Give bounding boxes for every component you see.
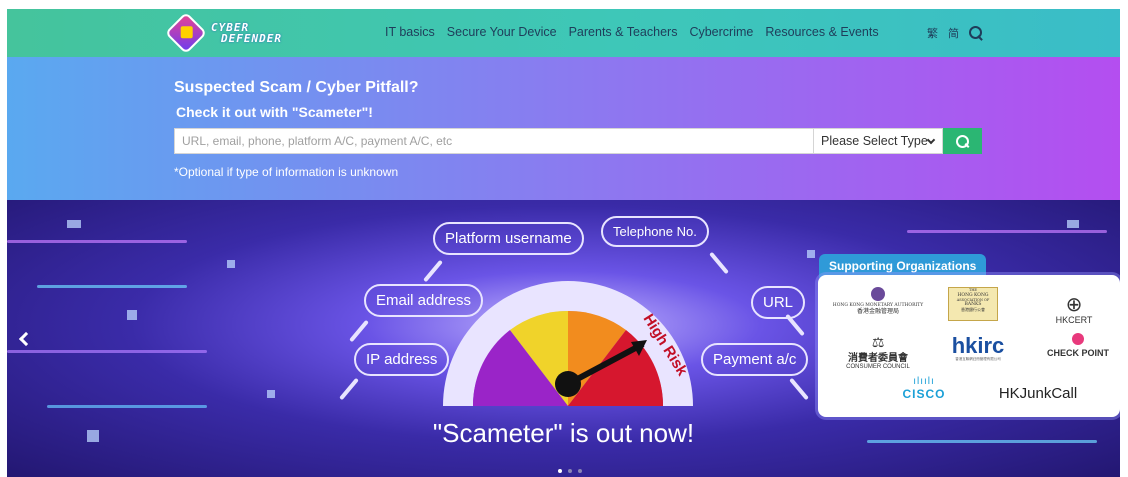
nav-secure-your-device[interactable]: Secure Your Device	[447, 25, 557, 39]
consumer-council-cn: 消費者委員會	[848, 353, 908, 364]
hkma-name-cn: 香港金融管理局	[856, 308, 899, 315]
type-select-dropdown[interactable]: Please Select Type	[813, 128, 943, 154]
cisco-name: CISCO	[902, 387, 946, 401]
scameter-search-input[interactable]	[174, 128, 818, 154]
carousel-dot-3[interactable]	[578, 469, 582, 473]
supporting-organizations-panel: HONG KONG MONETARY AUTHORITY 香港金融管理局 THE…	[818, 275, 1120, 417]
label-telephone-no: Telephone No.	[601, 216, 709, 247]
language-switcher: 繁 简	[927, 25, 983, 41]
scameter-optional-note: *Optional if type of information is unkn…	[174, 165, 399, 179]
light-beam	[7, 350, 207, 353]
logo-hkab: THE HONG KONG ASSOCIATION OF BANKS 香港銀行公…	[948, 287, 998, 321]
scameter-banner-carousel[interactable]: Platform username Telephone No. Email ad…	[7, 200, 1120, 477]
light-beam	[37, 285, 187, 288]
consumer-council-en: CONSUMER COUNCIL	[846, 364, 910, 370]
hkirc-name: hkirc	[951, 333, 1005, 358]
logo-consumer-council: ⚖ 消費者委員會 CONSUMER COUNCIL	[838, 335, 918, 370]
check-point-icon	[1072, 333, 1084, 345]
logo-badge-icon	[164, 11, 208, 55]
scameter-subtitle: Check it out with "Scameter"!	[176, 104, 373, 120]
cyber-defender-logo[interactable]: CYBER DEFENDER	[164, 11, 307, 55]
banner-headline: "Scameter" is out now!	[432, 418, 695, 448]
label-url: URL	[751, 286, 806, 319]
type-select-value: Please Select Type	[821, 134, 928, 148]
risk-gauge: High Risk	[443, 281, 693, 406]
carousel-indicators	[558, 469, 582, 473]
light-dot	[67, 220, 81, 228]
carousel-dot-1[interactable]	[558, 469, 562, 473]
check-point-name: CHECK POINT	[1046, 348, 1109, 358]
scameter-title: Suspected Scam / Cyber Pitfall?	[174, 79, 419, 96]
light-dot	[127, 310, 137, 320]
nav-it-basics[interactable]: IT basics	[385, 25, 435, 39]
logo-text-line2: DEFENDER	[221, 32, 282, 45]
scameter-search-section: Suspected Scam / Cyber Pitfall? Check it…	[7, 57, 1120, 200]
search-icon[interactable]	[969, 26, 983, 40]
light-dot	[267, 390, 275, 398]
logo-hkma: HONG KONG MONETARY AUTHORITY 香港金融管理局	[823, 287, 933, 315]
logo-hkcert: ⊕ HKCERT	[1044, 295, 1104, 325]
hkma-emblem-icon	[871, 287, 885, 301]
hkjunkcall-name: HKJunkCall	[998, 385, 1078, 402]
search-icon	[956, 134, 969, 148]
hkcert-name: HKCERT	[1055, 315, 1093, 325]
main-nav: IT basics Secure Your Device Parents & T…	[385, 25, 879, 39]
light-dot	[227, 260, 235, 268]
lang-traditional-chinese[interactable]: 繁	[927, 25, 938, 41]
chevron-down-icon	[926, 135, 936, 145]
magnifier-handle	[339, 377, 359, 401]
magnifier-handle	[709, 251, 729, 275]
light-beam	[907, 230, 1107, 233]
hkcert-mark-icon: ⊕	[1065, 294, 1083, 316]
logo-check-point: CHECK POINT	[1038, 333, 1118, 358]
label-platform-username: Platform username	[433, 222, 584, 255]
label-payment-ac: Payment a/c	[701, 343, 809, 376]
lang-simplified-chinese[interactable]: 简	[948, 25, 959, 41]
light-dot	[1067, 220, 1079, 228]
light-beam	[7, 240, 187, 243]
logo-cisco: ılıılı CISCO	[894, 376, 954, 402]
carousel-prev-arrow-icon[interactable]	[18, 331, 34, 347]
logo-hkirc: hkirc 香港互聯網註冊管理有限公司	[943, 335, 1013, 362]
logo-hkjunkcall: HKJunkCall	[988, 385, 1088, 402]
scales-icon: ⚖	[871, 334, 885, 350]
scameter-search-button[interactable]	[943, 128, 982, 154]
magnifier-handle	[349, 319, 369, 343]
light-beam	[47, 405, 207, 408]
hkab-name-cn: 香港銀行公會	[961, 307, 985, 312]
nav-parents-teachers[interactable]: Parents & Teachers	[569, 25, 678, 39]
top-navigation-bar: CYBER DEFENDER IT basics Secure Your Dev…	[7, 9, 1120, 57]
carousel-dot-2[interactable]	[568, 469, 572, 473]
magnifier-handle	[789, 377, 809, 401]
gauge-hub	[555, 371, 581, 397]
cisco-bars-icon: ılıılı	[913, 376, 935, 387]
nav-resources-events[interactable]: Resources & Events	[765, 25, 878, 39]
nav-cybercrime[interactable]: Cybercrime	[689, 25, 753, 39]
light-dot	[807, 250, 815, 258]
